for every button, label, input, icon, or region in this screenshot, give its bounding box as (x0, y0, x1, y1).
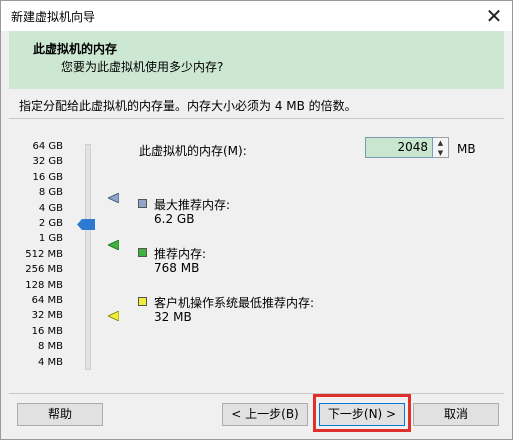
spin-down-icon[interactable]: ▼ (433, 148, 448, 158)
memory-scale-label: 2 GB (38, 218, 63, 229)
max-recommended-value: 6.2 GB (154, 212, 195, 226)
recommended-value: 768 MB (154, 261, 200, 275)
memory-scale-label: 64 GB (32, 141, 63, 152)
title-bar: 新建虚拟机向导 ✕ (1, 1, 512, 31)
recommended-swatch (138, 248, 147, 257)
min-recommended-swatch (138, 297, 147, 306)
memory-scale-label: 8 MB (37, 341, 63, 353)
memory-scale-label: 128 MB (25, 279, 63, 291)
divider (9, 118, 504, 119)
memory-scale-label: 1 GB (38, 233, 63, 245)
recommended-marker-icon (108, 240, 119, 250)
max-recommended-marker-icon (108, 193, 119, 203)
next-button-highlight (313, 394, 411, 432)
spin-up-icon[interactable]: ▲ (433, 138, 448, 148)
max-recommended-swatch (138, 199, 147, 208)
memory-scale-label: 64 MB (31, 295, 63, 306)
min-recommended-value: 32 MB (154, 310, 192, 324)
min-recommended-marker-icon (108, 311, 119, 321)
memory-label: 此虚拟机的内存(M): (139, 144, 247, 158)
header-subtitle: 您要为此虚拟机使用多少内存? (61, 60, 224, 74)
instruction-text: 指定分配给此虚拟机的内存量。内存大小必须为 4 MB 的倍数。 (19, 99, 357, 113)
memory-scale-label: 8 GB (38, 187, 63, 199)
min-recommended-label: 客户机操作系统最低推荐内存: (154, 296, 315, 310)
window-title: 新建虚拟机向导 (11, 10, 96, 24)
wizard-header: 此虚拟机的内存 您要为此虚拟机使用多少内存? (9, 31, 504, 89)
recommended-label: 推荐内存: (154, 247, 207, 261)
memory-scale-label: 512 MB (25, 248, 63, 260)
memory-scale-label: 4 GB (38, 202, 63, 214)
new-vm-wizard-window: 新建虚拟机向导 ✕ 此虚拟机的内存 您要为此虚拟机使用多少内存? 指定分配给此虚… (0, 0, 513, 440)
close-icon[interactable]: ✕ (476, 1, 512, 31)
cancel-button[interactable]: 取消 (413, 403, 499, 426)
header-title: 此虚拟机的内存 (33, 42, 118, 56)
memory-scale-label: 16 GB (32, 171, 63, 183)
memory-scale-label: 32 GB (32, 156, 63, 168)
memory-spinner[interactable]: ▲ ▼ (433, 137, 449, 158)
memory-slider-track[interactable] (85, 144, 91, 370)
memory-scale-label: 256 MB (25, 264, 63, 276)
memory-scale-label: 4 MB (37, 356, 63, 368)
back-button[interactable]: < 上一步(B) (222, 403, 308, 426)
memory-input[interactable]: 2048 (365, 137, 433, 158)
memory-scale-label: 32 MB (31, 310, 63, 322)
help-button[interactable]: 帮助 (17, 403, 103, 426)
memory-unit: MB (457, 142, 476, 156)
memory-slider-thumb[interactable] (77, 219, 95, 230)
max-recommended-label: 最大推荐内存: (154, 198, 231, 212)
button-bar-divider (9, 393, 504, 394)
memory-scale-label: 16 MB (31, 325, 63, 337)
